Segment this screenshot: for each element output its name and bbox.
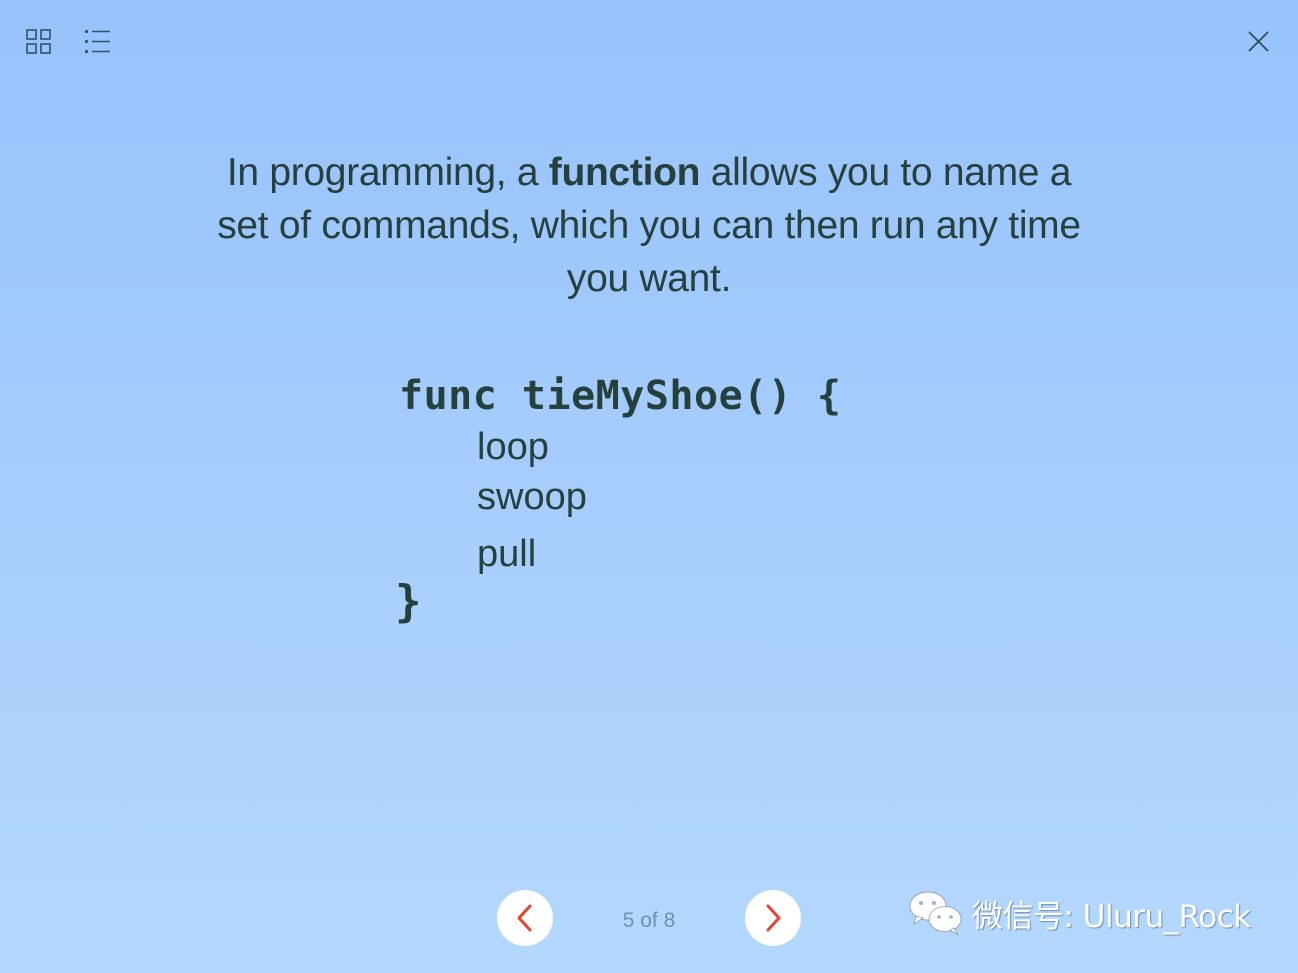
code-line: pull xyxy=(477,533,537,575)
list-view-button[interactable] xyxy=(84,29,112,55)
code-line: swoop xyxy=(477,476,587,518)
close-icon xyxy=(1248,31,1269,52)
grid-view-button[interactable] xyxy=(26,29,52,55)
intro-text: In programming, a function allows you to… xyxy=(200,146,1098,305)
page-indicator: 5 of 8 xyxy=(622,909,676,932)
function-signature: func tieMyShoe() { xyxy=(399,373,842,419)
close-button[interactable] xyxy=(1246,29,1271,54)
intro-text-before: In programming, a xyxy=(226,151,549,194)
list-icon xyxy=(84,29,110,54)
watermark-text: 微信号: Uluru_Rock xyxy=(972,898,1251,935)
watermark: 微信号: Uluru_Rock xyxy=(908,889,1251,937)
code-line: loop xyxy=(477,426,549,468)
code-example: func tieMyShoe() { loop swoop pull } xyxy=(395,370,842,627)
wechat-icon xyxy=(909,891,962,936)
closing-brace: } xyxy=(395,576,422,627)
next-page-button[interactable] xyxy=(745,890,801,946)
chevron-right-icon xyxy=(766,904,781,932)
previous-page-button[interactable] xyxy=(497,890,553,946)
chevron-left-icon xyxy=(517,904,532,932)
intro-keyword: function xyxy=(548,151,701,194)
grid-icon xyxy=(26,29,51,54)
